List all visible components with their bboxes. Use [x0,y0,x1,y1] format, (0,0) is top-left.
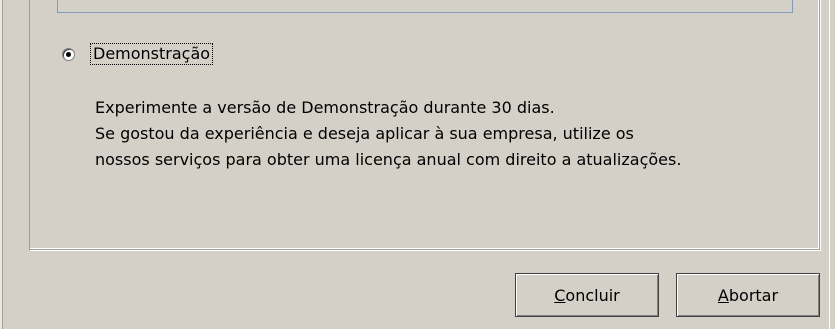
description-line-2: Se gostou da experiência e deseja aplica… [95,124,634,143]
finish-mnemonic: C [554,285,566,305]
demo-radio-option[interactable]: Demonstração [62,42,214,66]
radio-selected-dot-icon [66,51,71,57]
right-window-edge [829,0,835,329]
finish-label-rest: oncluir [565,285,620,305]
abort-mnemonic: A [717,285,729,305]
description-line-1: Experimente a versão de Demonstração dur… [95,98,555,117]
demo-radio-label[interactable]: Demonstração [90,43,214,65]
description-line-3: nossos serviços para obter uma licença a… [95,150,682,169]
left-window-edge [0,0,3,329]
finish-button[interactable]: Concluir [515,273,659,317]
wizard-window: Demonstração Experimente a versão de Dem… [0,0,835,329]
abort-label-rest: bortar [728,285,779,305]
demo-description: Experimente a versão de Demonstração dur… [95,95,795,173]
upper-field-box [57,0,793,13]
abort-button[interactable]: Abortar [676,273,820,317]
radio-button-icon[interactable] [62,47,75,61]
